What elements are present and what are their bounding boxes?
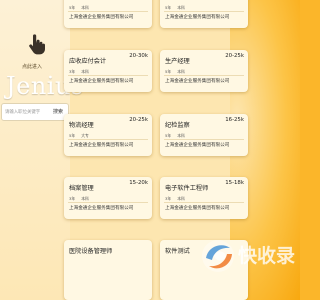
job-company: 上海金通企业服务集团有限公司 [165,15,230,20]
job-experience: 5年 [69,133,76,138]
job-salary: 20-25k [225,53,244,59]
job-card[interactable]: 5年 本科 上海金通企业服务集团有限公司 [64,0,152,28]
job-company: 上海金通企业服务集团有限公司 [165,206,230,211]
card-divider [68,75,148,76]
job-title: 档案管理 [69,185,94,192]
job-salary: 20-25k [129,117,148,123]
job-education: 本科 [81,196,89,201]
card-divider [68,139,148,140]
job-education: 本科 [177,196,185,201]
job-salary: 16-25k [225,117,244,123]
watermark-text: 快收录 [238,245,296,267]
job-company: 上海金通企业服务集团有限公司 [69,143,134,148]
job-experience: 5年 [165,5,172,10]
job-salary: 15-18k [225,180,244,186]
job-card[interactable]: 档案管理 15-20k 3年 本科 上海金通企业服务集团有限公司 [64,177,152,219]
job-title: 生产经理 [165,58,190,65]
job-education: 本科 [177,5,185,10]
job-title: 应收应付会计 [69,58,107,65]
job-education: 本科 [177,133,185,138]
job-education: 大专 [81,133,89,138]
job-experience: 5年 [165,69,172,74]
card-divider [164,139,244,140]
search-input[interactable] [5,107,45,117]
job-company: 上海金通企业服务集团有限公司 [69,206,134,211]
job-title: 纪检监察 [165,122,190,129]
job-experience: 5年 [165,133,172,138]
job-card[interactable]: 应收应付会计 20-30k 3年 本科 上海金通企业服务集团有限公司 [64,50,152,92]
job-company: 上海金通企业服务集团有限公司 [69,15,134,20]
job-card[interactable]: 物流经理 20-25k 5年 大专 上海金通企业服务集团有限公司 [64,114,152,156]
job-card[interactable]: 生产经理 20-25k 5年 本科 上海金通企业服务集团有限公司 [160,50,248,92]
job-experience: 5年 [69,5,76,10]
job-experience: 3年 [69,69,76,74]
enter-label[interactable]: 点此进入 [22,63,42,70]
job-title: 电子软件工程师 [165,185,209,192]
job-card[interactable]: 5年 本科 上海金通企业服务集团有限公司 [160,0,248,28]
card-divider [68,202,148,203]
job-card[interactable]: 医院设备管理师 [64,240,152,300]
job-card[interactable]: 纪检监察 16-25k 5年 本科 上海金通企业服务集团有限公司 [160,114,248,156]
job-education: 本科 [81,5,89,10]
job-experience: 3年 [69,196,76,201]
job-company: 上海金通企业服务集团有限公司 [165,143,230,148]
hand-pointer-icon[interactable] [26,34,46,56]
job-company: 上海金通企业服务集团有限公司 [69,79,134,84]
job-salary: 15-20k [129,180,148,186]
job-education: 本科 [177,69,185,74]
search-box: 搜索 [1,103,69,121]
job-card[interactable]: 电子软件工程师 15-18k 3年 本科 上海金通企业服务集团有限公司 [160,177,248,219]
job-salary: 20-30k [129,53,148,59]
watermark-logo-icon [202,240,234,272]
card-divider [164,11,244,12]
job-title: 物流经理 [69,122,94,129]
job-company: 上海金通企业服务集团有限公司 [165,79,230,84]
job-title: 软件测试 [165,248,190,255]
job-experience: 3年 [165,196,172,201]
job-title: 医院设备管理师 [69,248,113,255]
card-divider [68,11,148,12]
card-divider [164,202,244,203]
card-divider [164,75,244,76]
job-education: 本科 [81,69,89,74]
